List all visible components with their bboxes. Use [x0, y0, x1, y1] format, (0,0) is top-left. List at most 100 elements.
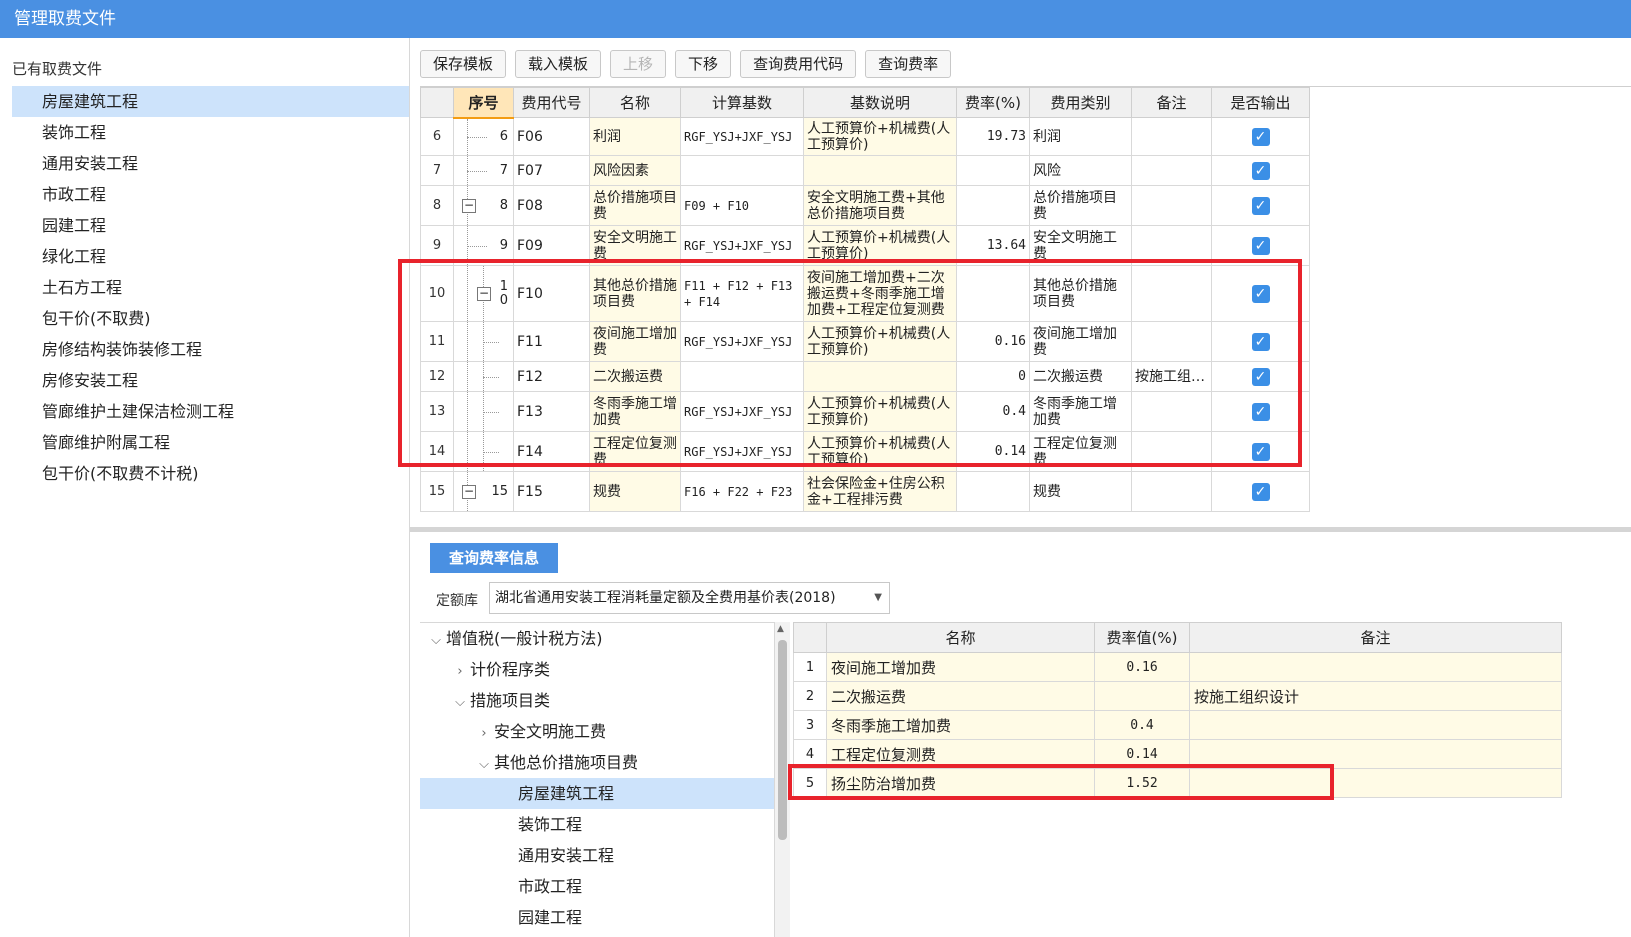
calc-base-cell[interactable]: F11 + F12 + F13 + F14 [680, 265, 804, 322]
output-checkbox[interactable]: ✓ [1251, 127, 1270, 146]
scroll-up-icon[interactable]: ▲ [777, 624, 784, 634]
table-row[interactable]: 7 7 F07 风险因素 风险 ✓ [420, 155, 1310, 186]
output-checkbox[interactable]: ✓ [1251, 482, 1270, 501]
calc-base-cell[interactable]: F09 + F10 [680, 185, 804, 226]
fee-code-cell[interactable]: F08 [513, 185, 590, 226]
row-number[interactable]: 10 [420, 265, 454, 322]
row-number[interactable]: 6 [420, 117, 454, 156]
load-template-button[interactable]: 载入模板 [515, 50, 602, 78]
table-row[interactable]: 13 F13 冬雨季施工增加费 RGF_YSJ+JXF_YSJ 人工预算价+机械费(人工… [420, 391, 1310, 432]
fee-name-cell[interactable]: 冬雨季施工增加费 [589, 391, 681, 432]
tree-seq-cell[interactable]: −15 [453, 471, 514, 512]
fee-file-item[interactable]: 房修结构装饰装修工程 [12, 334, 409, 365]
tree-node[interactable]: 通用安装工程 [420, 840, 774, 871]
chevron-right-icon[interactable]: › [450, 656, 470, 687]
tree-node[interactable]: ⌵ 增值税(一般计税方法) [420, 623, 774, 654]
chevron-down-icon[interactable]: ⌵ [450, 687, 470, 718]
note-cell[interactable] [1131, 391, 1212, 432]
fee-code-cell[interactable]: F15 [513, 471, 590, 512]
tree-seq-cell[interactable]: −8 [453, 185, 514, 226]
fee-file-item[interactable]: 通用安装工程 [12, 148, 409, 179]
note-cell[interactable] [1131, 225, 1212, 266]
rate-cell[interactable] [956, 471, 1030, 512]
tree-seq-cell[interactable] [453, 391, 514, 432]
row-number[interactable]: 12 [420, 361, 454, 392]
fee-file-item[interactable]: 市政工程 [12, 179, 409, 210]
rate-value-cell[interactable] [1094, 681, 1190, 711]
chevron-down-icon[interactable]: ⌵ [426, 625, 446, 656]
tree-seq-cell[interactable]: 7 [453, 155, 514, 186]
rate-row-number[interactable]: 2 [793, 681, 827, 711]
base-desc-cell[interactable]: 人工预算价+机械费(人工预算价) [803, 431, 957, 472]
col-header-rate[interactable]: 费率(%) [956, 87, 1030, 118]
chevron-right-icon[interactable]: › [474, 718, 494, 749]
rate-cell[interactable]: 0 [956, 361, 1030, 392]
fee-name-cell[interactable]: 规费 [589, 471, 681, 512]
tree-node[interactable]: › 安全文明施工费 [420, 716, 774, 747]
quota-library-select[interactable]: 湖北省通用安装工程消耗量定额及全费用基价表(2018) ▼ [489, 582, 890, 614]
fee-file-item[interactable]: 管廊维护土建保洁检测工程 [12, 396, 409, 427]
query-code-button[interactable]: 查询费用代码 [740, 50, 857, 78]
collapse-icon[interactable]: − [462, 484, 476, 499]
note-cell[interactable] [1131, 471, 1212, 512]
save-template-button[interactable]: 保存模板 [420, 50, 507, 78]
output-cell[interactable]: ✓ [1211, 117, 1310, 156]
rate-row-number[interactable]: 4 [793, 739, 827, 769]
query-rate-button[interactable]: 查询费率 [865, 50, 952, 78]
col-header-name[interactable]: 名称 [589, 87, 681, 118]
calc-base-cell[interactable]: F16 + F22 + F23 [680, 471, 804, 512]
tree-node[interactable]: 房屋建筑工程 [420, 778, 774, 809]
rate-name-cell[interactable]: 扬尘防治增加费 [826, 768, 1095, 798]
rate-row-number[interactable]: 5 [793, 768, 827, 798]
note-cell[interactable] [1131, 155, 1212, 186]
chevron-down-icon[interactable]: ▼ [874, 583, 882, 613]
fee-type-cell[interactable]: 风险 [1029, 155, 1132, 186]
tree-node[interactable]: 市政工程 [420, 871, 774, 902]
fee-file-item[interactable]: 包干价(不取费不计税) [12, 458, 409, 489]
tree-node[interactable]: 园建工程 [420, 902, 774, 933]
col-header-note[interactable]: 备注 [1131, 87, 1212, 118]
output-checkbox[interactable]: ✓ [1251, 402, 1270, 421]
note-cell[interactable]: 按施工组… [1131, 361, 1212, 392]
table-row[interactable]: 5 扬尘防治增加费 1.52 [793, 768, 1562, 798]
fee-code-cell[interactable]: F12 [513, 361, 590, 392]
rate-col-header-name[interactable]: 名称 [826, 622, 1095, 653]
fee-code-cell[interactable]: F11 [513, 321, 590, 362]
col-header-desc[interactable]: 基数说明 [803, 87, 957, 118]
fee-name-cell[interactable]: 总价措施项目费 [589, 185, 681, 226]
calc-base-cell[interactable]: RGF_YSJ+JXF_YSJ [680, 431, 804, 472]
calc-base-cell[interactable] [680, 361, 804, 392]
tree-node[interactable]: › 计价程序类 [420, 654, 774, 685]
fee-code-cell[interactable]: F06 [513, 117, 590, 156]
fee-name-cell[interactable]: 工程定位复测费 [589, 431, 681, 472]
output-checkbox[interactable]: ✓ [1251, 367, 1270, 386]
base-desc-cell[interactable]: 人工预算价+机械费(人工预算价) [803, 321, 957, 362]
base-desc-cell[interactable]: 社会保险金+住房公积金+工程排污费 [803, 471, 957, 512]
base-desc-cell[interactable]: 人工预算价+机械费(人工预算价) [803, 391, 957, 432]
row-number[interactable]: 11 [420, 321, 454, 362]
fee-code-cell[interactable]: F09 [513, 225, 590, 266]
col-header-type[interactable]: 费用类别 [1029, 87, 1132, 118]
calc-base-cell[interactable]: RGF_YSJ+JXF_YSJ [680, 225, 804, 266]
note-cell[interactable] [1131, 321, 1212, 362]
fee-type-cell[interactable]: 夜间施工增加费 [1029, 321, 1132, 362]
fee-file-item[interactable]: 包干价(不取费) [12, 303, 409, 334]
tree-seq-cell[interactable] [453, 431, 514, 472]
row-number[interactable]: 8 [420, 185, 454, 226]
col-header-base[interactable]: 计算基数 [680, 87, 804, 118]
table-row[interactable]: 12 F12 二次搬运费 0 二次搬运费 按施工组… ✓ [420, 361, 1310, 392]
base-desc-cell[interactable] [803, 155, 957, 186]
fee-name-cell[interactable]: 夜间施工增加费 [589, 321, 681, 362]
fee-code-cell[interactable]: F10 [513, 265, 590, 322]
fee-file-item[interactable]: 房屋建筑工程 [12, 86, 409, 117]
table-row[interactable]: 4 工程定位复测费 0.14 [793, 739, 1562, 769]
fee-code-cell[interactable]: F13 [513, 391, 590, 432]
tree-seq-cell[interactable]: 9 [453, 225, 514, 266]
calc-base-cell[interactable]: RGF_YSJ+JXF_YSJ [680, 321, 804, 362]
fee-code-cell[interactable]: F07 [513, 155, 590, 186]
output-cell[interactable]: ✓ [1211, 471, 1310, 512]
row-number[interactable]: 15 [420, 471, 454, 512]
row-number[interactable]: 9 [420, 225, 454, 266]
rate-cell[interactable]: 19.73 [956, 117, 1030, 156]
tree-node[interactable]: ⌵ 其他总价措施项目费 [420, 747, 774, 778]
